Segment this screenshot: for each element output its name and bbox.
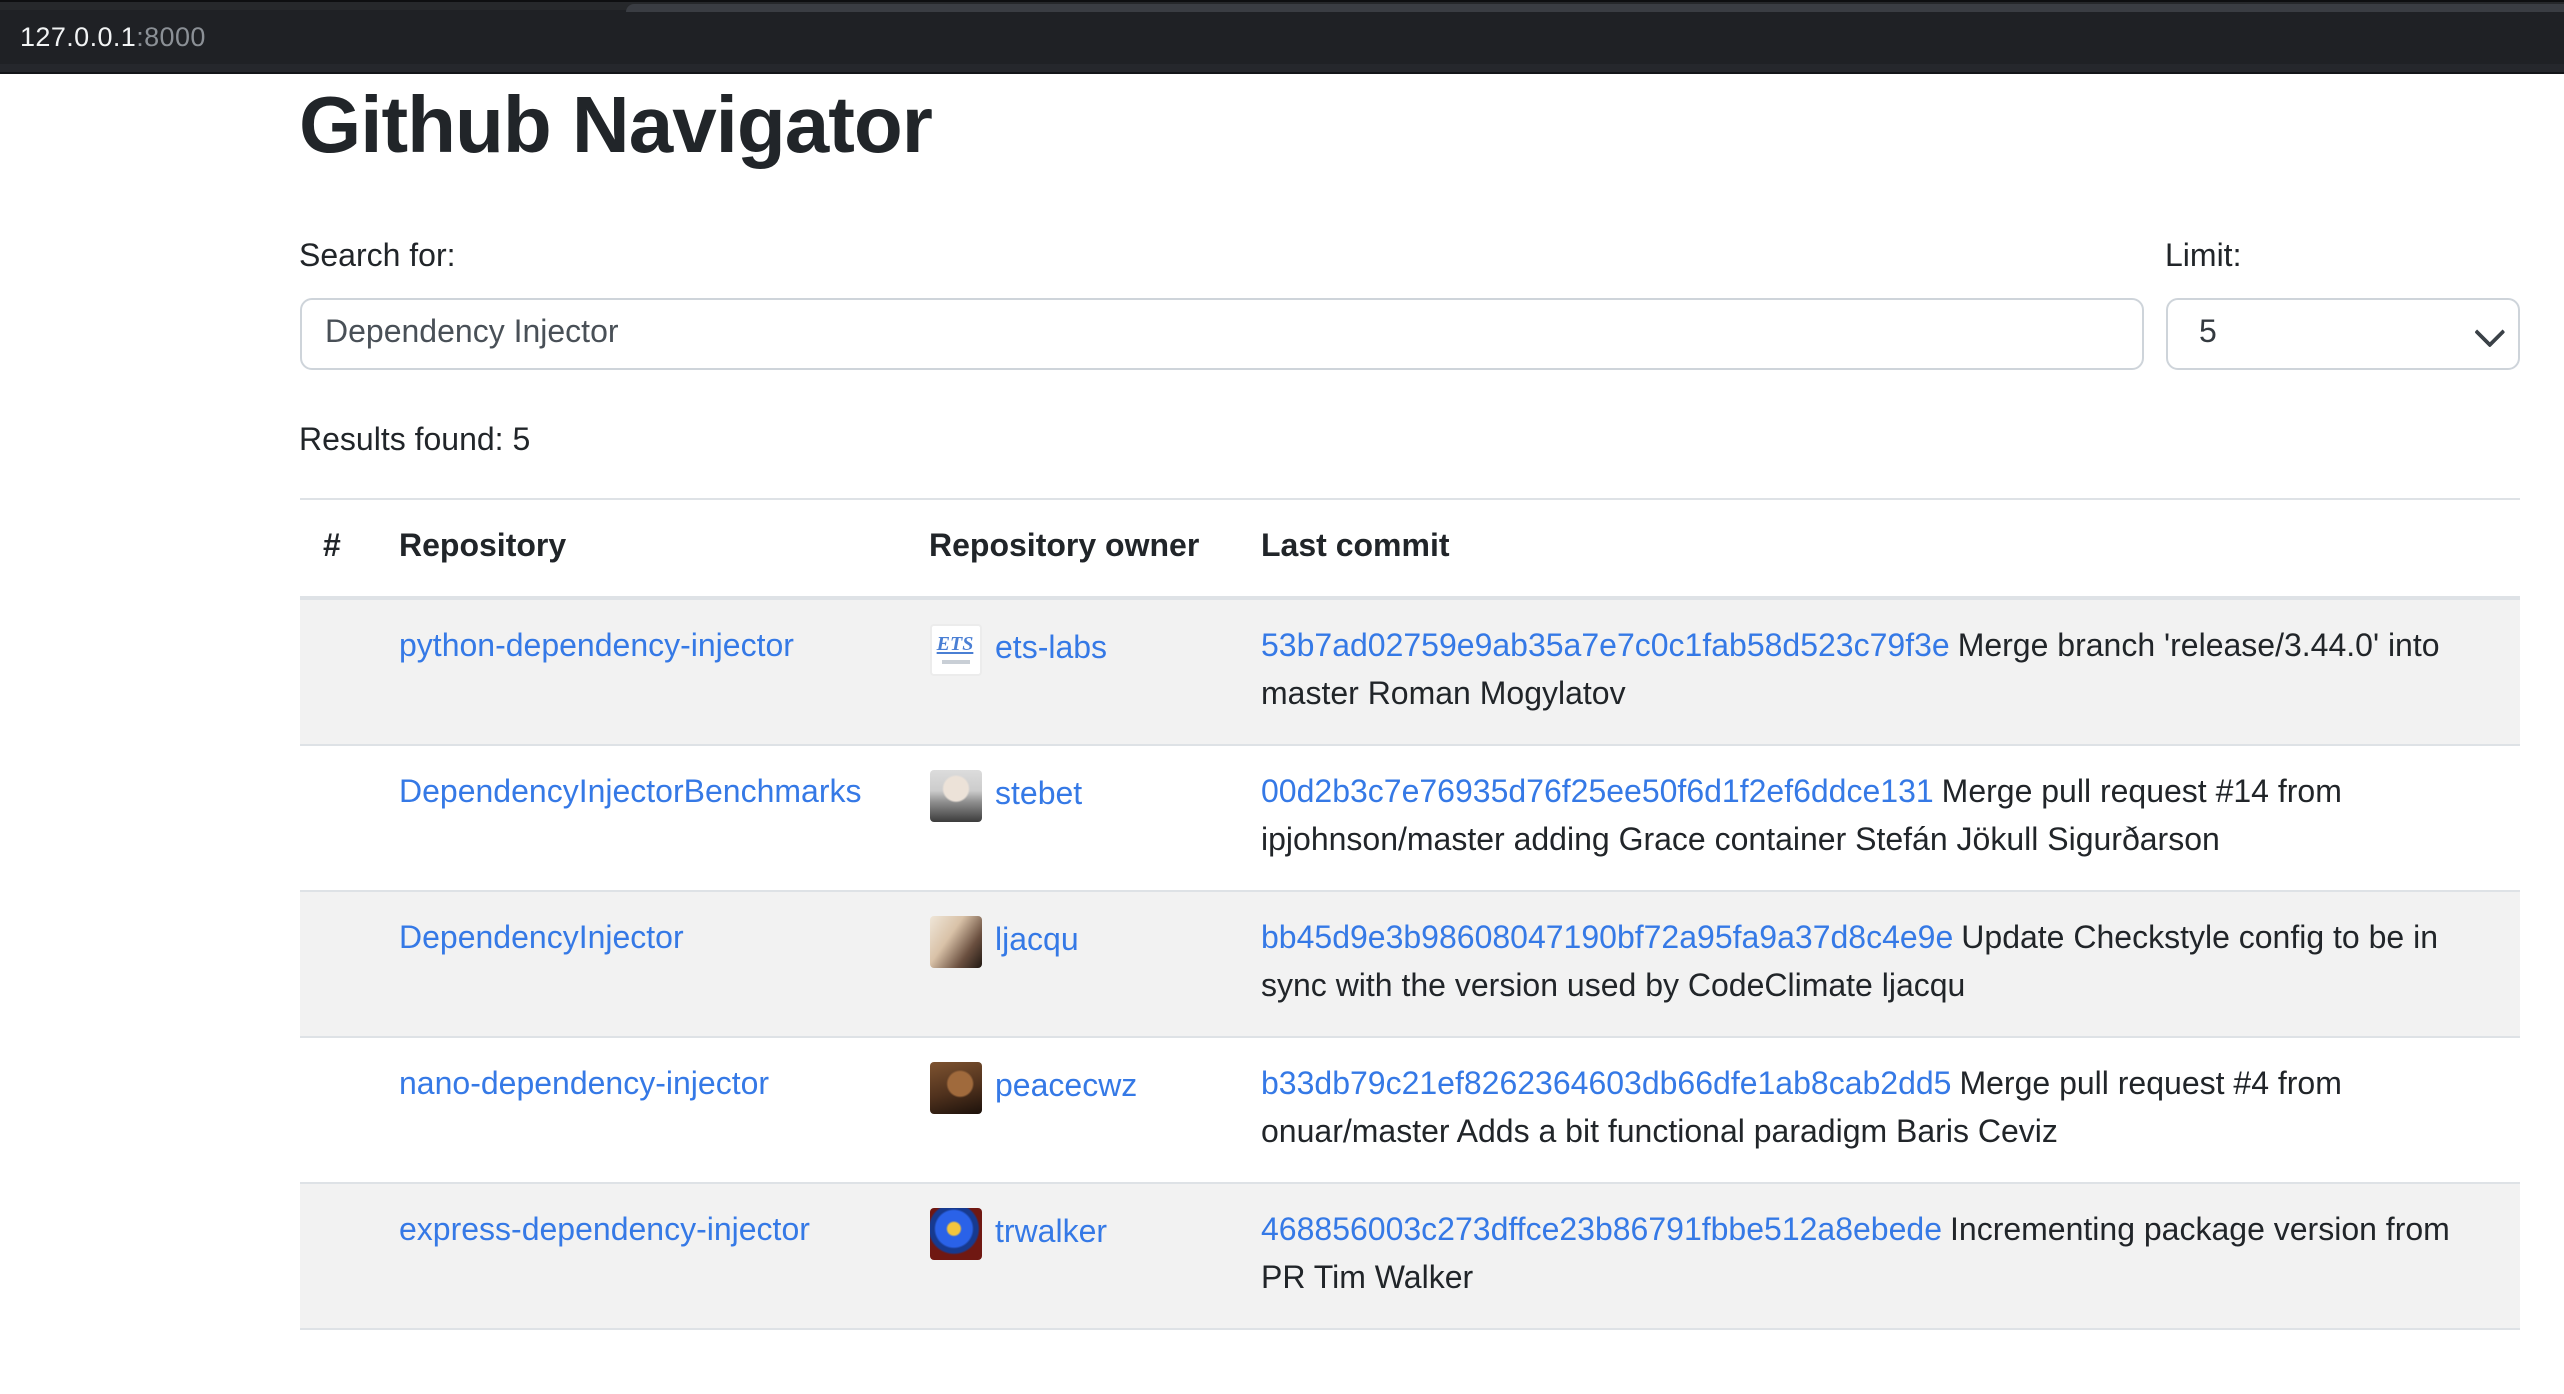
search-label: Search for: [299,234,2143,282]
search-input[interactable] [299,298,2143,370]
col-header-num: # [299,499,375,598]
table-row: nano-dependency-injector peacecwz b33db7… [299,1037,2519,1183]
commit-hash-link[interactable]: bb45d9e3b98608047190bf72a95fa9a37d8c4e9e [1261,922,1953,956]
owner-link[interactable]: ljacqu [995,918,1079,966]
table-row: python-dependency-injector ETS ets-labs … [299,598,2519,745]
limit-select-wrap: 5 [2165,298,2519,370]
ets-logo-text: ETS [937,636,974,656]
avatar [929,770,981,822]
url-host: 127.0.0.1 [20,22,136,52]
owner-link[interactable]: stebet [995,772,1082,820]
url-port: :8000 [136,22,206,52]
col-header-owner: Repository owner [905,499,1237,598]
limit-column: Limit: 5 [2165,234,2519,370]
ets-logo-subtext [941,660,969,664]
search-column: Search for: [299,234,2143,370]
table-row: DependencyInjectorBenchmarks stebet 00d2… [299,745,2519,891]
tab-strip [0,0,2564,10]
repo-link[interactable]: python-dependency-injector [399,630,794,664]
row-num-cell [299,598,375,745]
commit-hash-link[interactable]: b33db79c21ef8262364603db66dfe1ab8cab2dd5 [1261,1068,1951,1102]
table-header-row: # Repository Repository owner Last commi… [299,499,2519,598]
search-form: Search for: Limit: 5 [299,234,2519,370]
toolbar-bottom-edge [0,64,2564,74]
results-table: # Repository Repository owner Last commi… [299,498,2519,1330]
avatar [929,1062,981,1114]
avatar [929,1208,981,1260]
avatar [929,916,981,968]
avatar: ETS [929,624,981,676]
browser-topbar: 127.0.0.1:8000 [0,0,2564,74]
row-num-cell [299,1037,375,1183]
col-header-repo: Repository [375,499,905,598]
row-num-cell [299,1183,375,1329]
owner-link[interactable]: trwalker [995,1210,1107,1258]
page-title: Github Navigator [299,78,2519,174]
repo-link[interactable]: nano-dependency-injector [399,1068,769,1102]
page-content: Github Navigator Search for: Limit: 5 Re… [299,74,2519,1330]
table-row: express-dependency-injector trwalker 468… [299,1183,2519,1329]
owner-link[interactable]: ets-labs [995,626,1107,674]
commit-hash-link[interactable]: 00d2b3c7e76935d76f25ee50f6d1f2ef6ddce131 [1261,776,1934,810]
limit-label: Limit: [2165,234,2519,282]
results-summary: Results found: 5 [299,418,2519,466]
row-num-cell [299,745,375,891]
commit-hash-link[interactable]: 468856003c273dffce23b86791fbbe512a8ebede [1261,1214,1942,1248]
owner-link[interactable]: peacecwz [995,1064,1137,1112]
col-header-commit: Last commit [1237,499,2519,598]
commit-hash-link[interactable]: 53b7ad02759e9ab35a7e7c0c1fab58d523c79f3e [1261,630,1950,664]
limit-select[interactable]: 5 [2165,298,2519,370]
address-bar[interactable]: 127.0.0.1:8000 [0,10,2564,64]
repo-link[interactable]: DependencyInjector [399,922,684,956]
table-row: DependencyInjector ljacqu bb45d9e3b98608… [299,891,2519,1037]
repo-link[interactable]: express-dependency-injector [399,1214,810,1248]
repo-link[interactable]: DependencyInjectorBenchmarks [399,776,861,810]
browser-window: 127.0.0.1:8000 Github Navigator Search f… [0,0,2564,1394]
limit-selected-value: 5 [2199,316,2217,352]
url-text: 127.0.0.1:8000 [20,22,206,52]
row-num-cell [299,891,375,1037]
